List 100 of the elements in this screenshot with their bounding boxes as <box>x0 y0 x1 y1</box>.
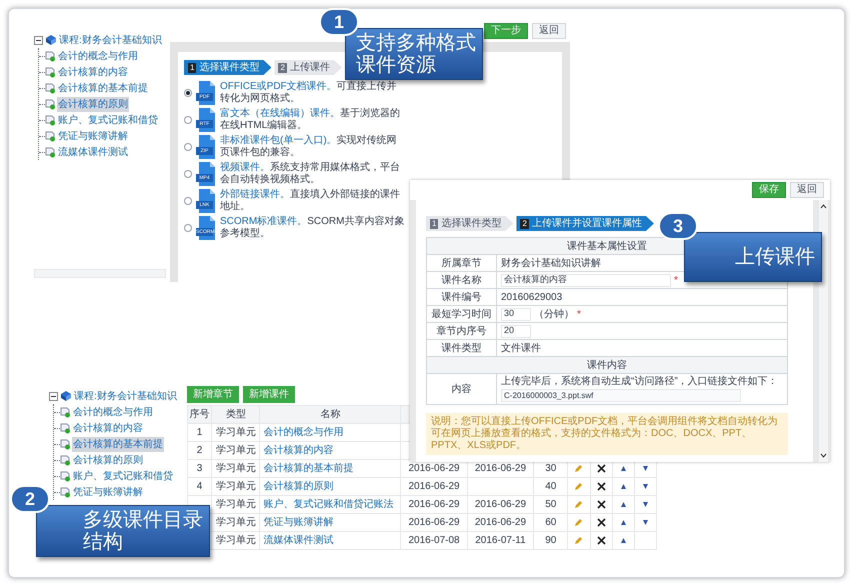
add-button[interactable]: 新增课件 <box>243 386 295 403</box>
input-field[interactable]: C-2016000003_3.ppt.swf <box>501 389 741 402</box>
x-icon[interactable] <box>596 518 606 527</box>
toolbar-button[interactable]: 返回 <box>790 182 824 198</box>
required-mark: * <box>577 308 581 322</box>
cube-icon <box>45 34 57 46</box>
table-cell: 30 <box>545 463 556 474</box>
column-header: 类型 <box>226 409 246 420</box>
tree-item[interactable]: 会计核算的原则 <box>72 452 144 468</box>
table-cell: 2 <box>196 445 202 456</box>
page-icon <box>45 66 56 78</box>
tree-item[interactable]: 会计的概念与作用 <box>57 48 139 64</box>
up-arrow-icon[interactable] <box>620 502 626 507</box>
option-description: SCORM标准课件。SCORM共享内容对象参考模型。 <box>220 216 405 240</box>
tree-item[interactable]: 会计核算的原则 <box>57 96 129 112</box>
up-arrow-icon[interactable] <box>620 466 626 471</box>
down-arrow-icon[interactable] <box>642 484 648 489</box>
column-header: 序号 <box>190 409 210 420</box>
down-arrow-icon[interactable] <box>642 466 648 471</box>
scrollbar[interactable] <box>34 269 166 278</box>
page-icon <box>45 146 56 158</box>
tree-item[interactable]: 账户、复式记账和借贷 <box>72 468 174 484</box>
page-icon <box>60 406 71 418</box>
radio-button[interactable] <box>184 116 192 124</box>
x-icon[interactable] <box>596 536 606 545</box>
radio-button[interactable] <box>184 89 192 97</box>
x-icon[interactable] <box>596 500 606 509</box>
up-caret-icon[interactable] <box>820 204 827 209</box>
page-icon <box>60 470 71 482</box>
up-arrow-icon[interactable] <box>620 538 626 543</box>
input-field[interactable]: 会计核算的内容 <box>501 274 671 286</box>
radio-button[interactable] <box>184 197 192 205</box>
table-cell: 2016-06-29 <box>408 481 460 492</box>
down-arrow-icon[interactable] <box>642 520 648 525</box>
option-description: 外部链接课件。直接填入外部链接的课件地址。 <box>220 189 401 213</box>
table-cell: 学习单元 <box>216 499 256 510</box>
table-cell: 学习单元 <box>216 517 256 528</box>
table-cell: 2016-06-29 <box>408 517 460 528</box>
table-cell: 学习单元 <box>216 463 256 474</box>
table-cell: 90 <box>545 535 556 546</box>
scrollbar[interactable] <box>819 200 828 462</box>
down-caret-icon[interactable] <box>820 453 827 458</box>
radio-button[interactable] <box>184 143 192 151</box>
required-mark: * <box>674 274 678 288</box>
page-icon <box>45 82 56 94</box>
add-button[interactable]: 新增章节 <box>187 386 239 403</box>
tree-item[interactable]: 凭证与账簿讲解 <box>57 128 129 144</box>
table-cell: 40 <box>545 481 556 492</box>
tree-root-label[interactable]: 课程:财务会计基础知识 <box>74 388 177 404</box>
tree-item[interactable]: 会计核算的基本前提 <box>57 80 149 96</box>
field-value: 20160629003 <box>501 292 562 302</box>
step-tab[interactable]: 1 选择课件类型 <box>184 60 272 75</box>
table-cell: 学习单元 <box>216 445 256 456</box>
tree-item[interactable]: 会计核算的基本前提 <box>72 436 164 452</box>
collapse-icon[interactable] <box>34 36 43 44</box>
step-tab[interactable]: 2 上传课件并设置课件属性 <box>516 216 654 231</box>
table-cell: 2016-06-29 <box>474 517 526 528</box>
unit-label: （分钟） <box>534 308 574 322</box>
option-description: 富文本（在线编辑）课件。基于浏览器的在线HTML编辑器。 <box>220 108 401 132</box>
page-icon <box>45 98 56 110</box>
x-icon[interactable] <box>596 464 606 473</box>
table-cell: 2016-06-29 <box>474 499 526 510</box>
tree-item[interactable]: 凭证与账簿讲解 <box>72 484 144 500</box>
radio-button[interactable] <box>184 170 192 178</box>
option-description: 非标准课件包(单一入口)。实现对传统网页课件包的兼容。 <box>220 135 398 159</box>
toolbar-button[interactable]: 保存 <box>752 182 786 198</box>
option-description: OFFICE或PDF文档课件。可直接上传并转化为网页格式。 <box>220 81 398 105</box>
field-label: 章节内序号 <box>436 326 486 336</box>
input-field[interactable]: 20 <box>501 324 531 338</box>
page-icon <box>60 486 71 498</box>
tree-item[interactable]: 会计核算的内容 <box>72 420 144 436</box>
notice-text: 说明：您可以直接上传OFFICE或PDF文档，平台会调用组件将文档自动转化为可在网页上播放查看的格式，支持的文件格式为：DOC、DOCX、PPT、PPTX、XLS或PDF。 <box>426 413 788 455</box>
table-cell: 4 <box>196 481 202 492</box>
field-label: 课件名称 <box>442 274 482 286</box>
tree-item[interactable]: 会计的概念与作用 <box>72 404 154 420</box>
collapse-icon[interactable] <box>49 392 58 400</box>
tree-item[interactable]: 账户、复式记账和借贷 <box>57 112 159 128</box>
toolbar-button[interactable]: 返回 <box>532 23 566 39</box>
field-label: 最短学习时间 <box>432 308 492 320</box>
tree-root-label[interactable]: 课程:财务会计基础知识 <box>59 32 162 48</box>
field-value: 文件课件 <box>501 342 541 354</box>
table-cell: 学习单元 <box>216 535 256 546</box>
down-arrow-icon[interactable] <box>642 502 648 507</box>
radio-button[interactable] <box>184 224 192 232</box>
column-header: 名称 <box>320 409 340 420</box>
section-header: 课件内容 <box>587 360 627 370</box>
x-icon[interactable] <box>596 482 606 491</box>
table-cell: 2016-07-11 <box>475 535 526 546</box>
up-arrow-icon[interactable] <box>620 520 626 525</box>
step-tab[interactable]: 2 上传课件 <box>274 60 342 75</box>
tree-item[interactable]: 流媒体课件测试 <box>57 144 129 160</box>
toolbar-button[interactable]: 下一步 <box>484 23 528 39</box>
callout-text: 支持多种格式 课件资源 <box>356 32 476 76</box>
input-field[interactable]: 30 <box>501 308 531 320</box>
field-value: 财务会计基础知识讲解 <box>501 258 601 268</box>
step-tab[interactable]: 1 选择课件类型 <box>426 216 514 231</box>
tree-item[interactable]: 会计核算的内容 <box>57 64 129 80</box>
table-cell: 60 <box>545 517 556 528</box>
field-label: 课件类型 <box>442 342 482 354</box>
up-arrow-icon[interactable] <box>620 484 626 489</box>
